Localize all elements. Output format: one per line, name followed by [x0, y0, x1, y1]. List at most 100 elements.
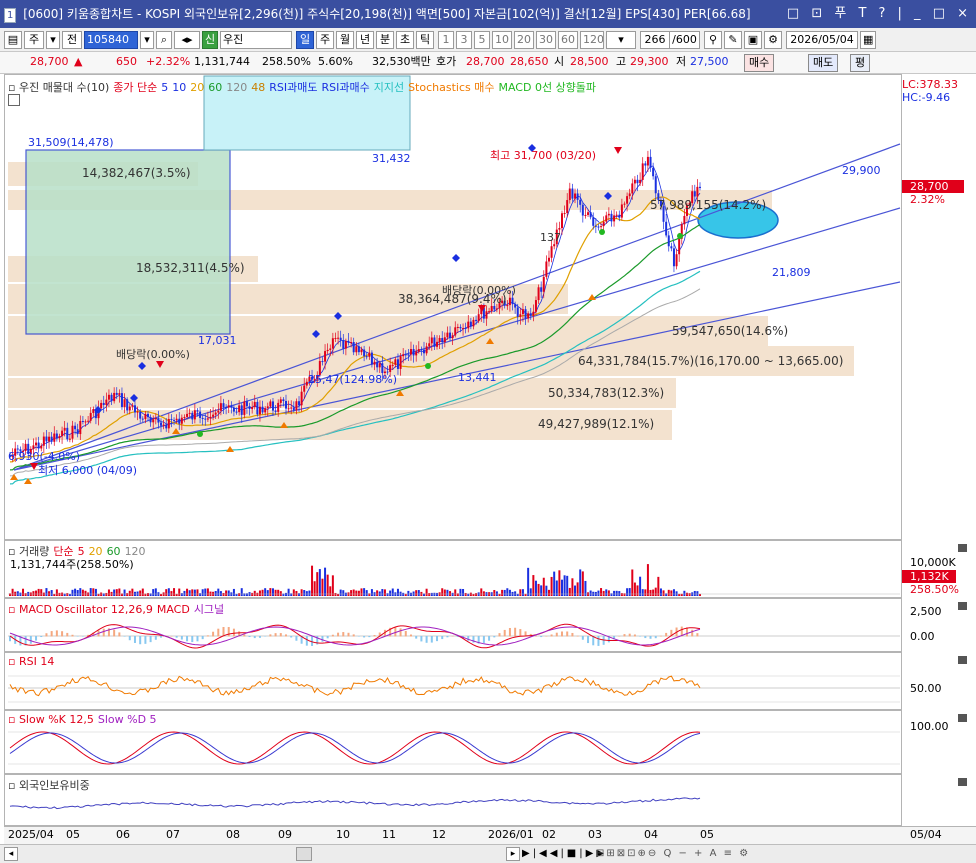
high-mark-label: 최고 31,700 (03/20): [490, 149, 597, 162]
volume-bar: [579, 569, 582, 596]
legend-item[interactable]: MACD 0선 상향돌파: [498, 81, 596, 94]
macd-histogram-bar: [232, 628, 235, 637]
candle-body: [594, 225, 597, 227]
legend-item[interactable]: 지지선: [374, 81, 404, 94]
volume-bar: [303, 590, 306, 596]
legend-item[interactable]: 시그널: [194, 603, 224, 616]
legend-item[interactable]: 종가 단순: [113, 81, 157, 94]
legend-item[interactable]: Slow %D 5: [98, 713, 157, 726]
candle-body: [607, 213, 610, 216]
legend-item[interactable]: MACD: [157, 603, 190, 616]
candle-body: [524, 309, 527, 319]
macd-histogram-bar: [519, 629, 522, 637]
volume-bar: [253, 590, 256, 596]
candle-body: [232, 407, 235, 412]
candle-body: [597, 226, 600, 228]
legend-item[interactable]: 120: [226, 81, 247, 94]
candle-body: [456, 326, 459, 328]
candle-body: [63, 427, 66, 431]
candle-body: [123, 399, 126, 407]
candle-body: [300, 391, 303, 406]
candle-body: [32, 445, 35, 449]
macd-histogram-bar: [227, 627, 230, 637]
candle-body: [391, 364, 394, 366]
volume-bar: [76, 589, 79, 596]
candle-body: [636, 179, 639, 184]
legend-item[interactable]: 20: [190, 81, 204, 94]
candle-body: [428, 343, 431, 347]
candle-body: [136, 411, 139, 413]
legend-item[interactable]: 5: [161, 81, 168, 94]
playback-controls[interactable]: ▶|◀◀|■|▶▶: [522, 847, 607, 861]
legend-item[interactable]: 10: [172, 81, 186, 94]
x-axis: 2025/04 05 06 07 08 09 10 11 12 2026/01 …: [4, 826, 976, 844]
volume-bar: [71, 589, 74, 596]
volume-bar: [558, 570, 561, 596]
macd-histogram-bar: [113, 629, 116, 637]
volume-bar: [618, 591, 621, 596]
volume-bar: [50, 590, 53, 596]
legend-item[interactable]: 48: [251, 81, 265, 94]
volume-bar: [428, 593, 431, 596]
volume-bar: [89, 588, 92, 596]
volume-bar: [628, 588, 631, 596]
volume-bar: [290, 593, 293, 596]
candle-body: [115, 392, 118, 395]
volume-bar: [683, 590, 686, 596]
table-icon[interactable]: [8, 94, 20, 106]
legend-item[interactable]: ▫ Slow %K 12,5: [8, 713, 94, 726]
bottom-scrollbar[interactable]: ◂ ▸ ▶|◀◀|■|▶▶ ⊟⊞⊠⊡⊕⊖ Q − + A ≡ ⚙: [0, 844, 976, 863]
volume-bar: [258, 590, 261, 596]
rsi-pane-menu-icon[interactable]: [958, 656, 967, 664]
volume-bar: [74, 588, 77, 596]
macd-histogram-bar: [337, 632, 340, 637]
volume-bar: [626, 588, 629, 596]
legend-item[interactable]: Stochastics 매수: [408, 81, 494, 94]
legend-item[interactable]: 60: [208, 81, 222, 94]
scroll-right-icon[interactable]: ▸: [506, 847, 520, 861]
dividend-label-2: 배당락(0.00%): [442, 284, 516, 297]
legend-item[interactable]: ▫ RSI 14: [8, 655, 54, 668]
macd-pane-menu-icon[interactable]: [958, 602, 967, 610]
candle-body: [360, 349, 363, 353]
volume-bar: [16, 591, 19, 596]
volume-bar: [61, 592, 64, 596]
candle-body: [188, 412, 191, 414]
candle-body: [230, 405, 233, 408]
zoom-tools[interactable]: ⊟⊞⊠⊡⊕⊖ Q − + A ≡ ⚙: [596, 847, 750, 861]
candle-body: [170, 418, 173, 420]
macd-histogram-bar: [71, 634, 74, 637]
volume-bar: [266, 590, 269, 596]
candle-body: [186, 413, 189, 417]
candle-body: [477, 314, 480, 322]
candle-body: [587, 212, 590, 215]
legend-item[interactable]: ▫ 우진 매물대 수(10): [8, 81, 109, 94]
macd-histogram-bar: [587, 636, 590, 644]
legend-item[interactable]: ▫ MACD Oscillator 12,26,9: [8, 603, 153, 616]
legend-item[interactable]: ▫ 외국인보유비중: [8, 779, 90, 792]
macd-histogram-bar: [149, 636, 152, 643]
stoch-pane-menu-icon[interactable]: [958, 714, 967, 722]
macd-histogram-bar: [555, 632, 558, 637]
legend-item[interactable]: RSI과매도: [269, 81, 317, 94]
macd-histogram-bar: [40, 636, 43, 638]
volume-bar: [357, 590, 360, 596]
legend-item[interactable]: RSI과매수: [321, 81, 369, 94]
candle-body: [352, 342, 355, 353]
volume-bar: [542, 577, 545, 596]
scroll-thumb[interactable]: [296, 847, 312, 861]
macd-histogram-bar: [45, 633, 48, 637]
candle-body: [521, 309, 524, 315]
volume-bar: [446, 589, 449, 596]
macd-histogram-bar: [264, 636, 267, 637]
volume-bar: [696, 591, 699, 596]
macd-histogram-bar: [576, 635, 579, 637]
volume-bar: [58, 592, 61, 596]
macd-histogram-bar: [274, 633, 277, 637]
volume-bar: [316, 572, 319, 596]
candle-body: [514, 304, 517, 308]
volume-pane-menu-icon[interactable]: [958, 544, 967, 552]
foreign-pane-menu-icon[interactable]: [958, 778, 967, 786]
scroll-left-icon[interactable]: ◂: [4, 847, 18, 861]
candle-body: [204, 418, 207, 420]
